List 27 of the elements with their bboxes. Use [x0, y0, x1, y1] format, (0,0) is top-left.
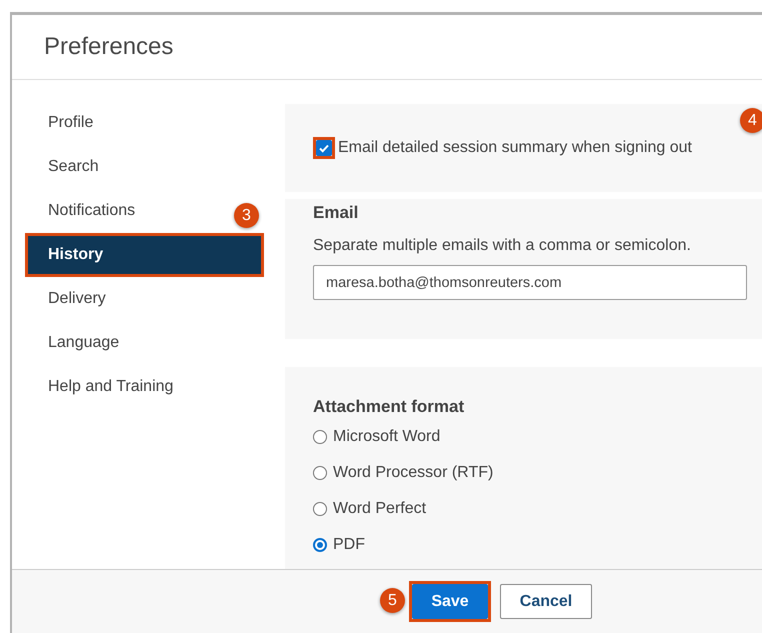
dialog-title: Preferences [44, 33, 174, 61]
sidebar-item[interactable]: Profile [28, 104, 100, 142]
step-number-badge: 5 [380, 588, 405, 613]
section-heading: Attachment format [313, 397, 466, 417]
email-field[interactable]: maresa.botha@thomsonreuters.com [313, 265, 747, 300]
sidebar-item[interactable]: Help and Training [28, 368, 180, 406]
sidebar-item[interactable]: Language [28, 324, 126, 362]
radio-label: Word Perfect [333, 500, 426, 518]
sidebar-item[interactable]: Delivery [28, 280, 112, 318]
checkbox-label: Email detailed session summary when signing out [338, 139, 692, 157]
radio-label: Microsoft Word [333, 428, 440, 446]
radio-label: PDF [333, 536, 365, 554]
radio-button[interactable] [313, 538, 327, 552]
sidebar-item[interactable]: History [28, 236, 261, 274]
field-hint: Separate multiple emails with a comma or semicolon. [313, 237, 692, 255]
save-button[interactable]: Save [412, 584, 488, 619]
radio-label: Word Processor (RTF) [333, 464, 494, 482]
radio-button[interactable] [313, 502, 327, 516]
radio-button[interactable] [313, 430, 327, 444]
check-icon [318, 142, 330, 154]
sidebar-item[interactable]: Notifications [28, 192, 142, 230]
section-heading: Email [313, 203, 360, 223]
cancel-button[interactable]: Cancel [500, 584, 592, 619]
step-number-badge: 4 [740, 108, 762, 133]
radio-button[interactable] [313, 466, 327, 480]
step-number-badge: 3 [234, 203, 259, 228]
sidebar-item[interactable]: Search [28, 148, 105, 186]
